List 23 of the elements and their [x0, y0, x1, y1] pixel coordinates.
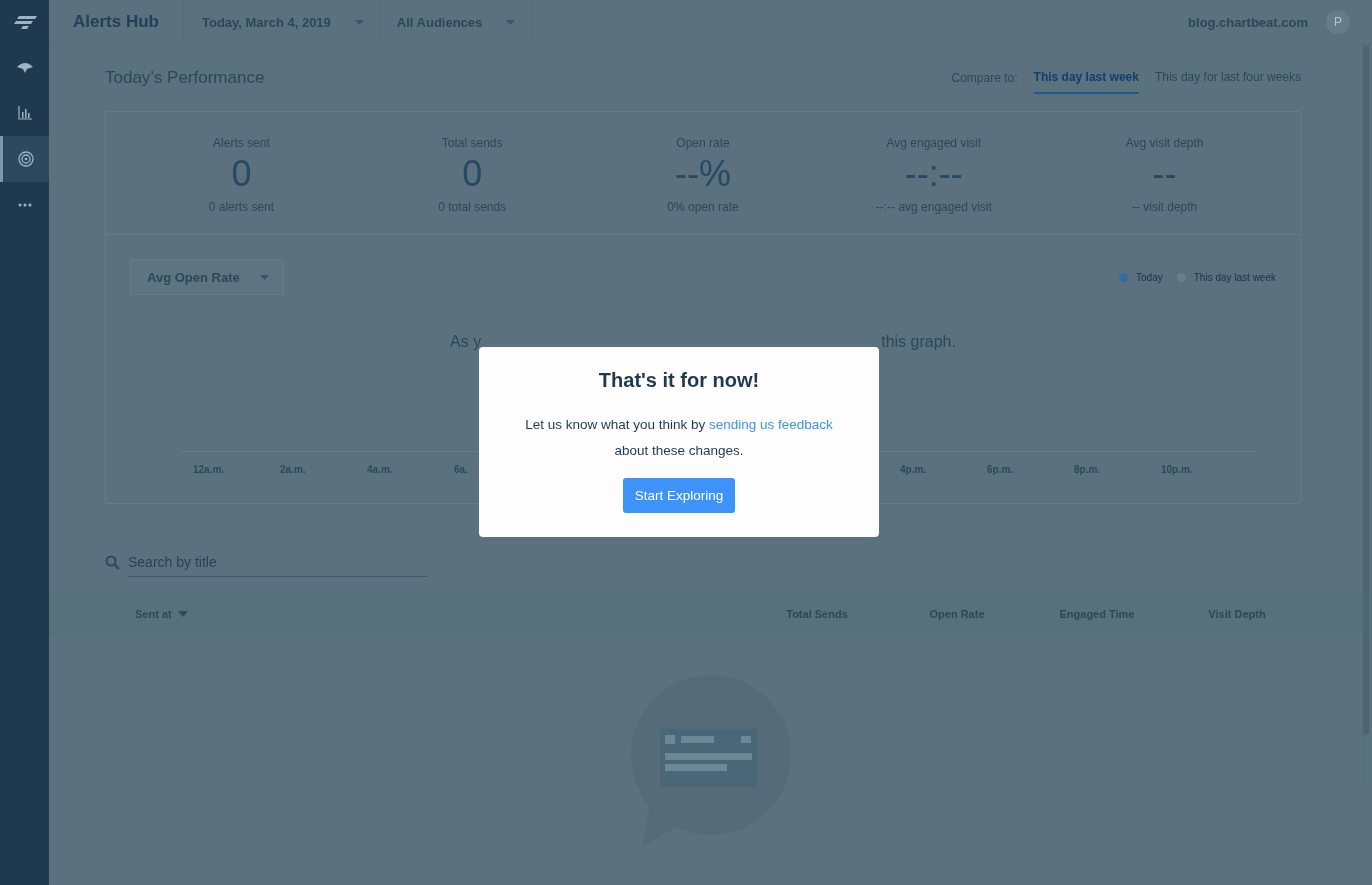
search-icon: [105, 555, 120, 570]
caret-icon: [506, 19, 516, 25]
dialog-title: That's it for now!: [598, 369, 760, 392]
stat-value: --:--: [904, 154, 963, 194]
app-title: Alerts Hub: [49, 0, 184, 44]
legend-label: Today: [1136, 271, 1163, 283]
stat-value: --: [1152, 154, 1177, 194]
legend-label: This day last week: [1193, 271, 1276, 283]
stat-value: --%: [675, 154, 731, 194]
logo-icon: [12, 14, 37, 30]
caret-icon: [259, 274, 269, 280]
avatar[interactable]: P: [1326, 10, 1350, 34]
bar-chart-icon: [17, 106, 32, 120]
feedback-link[interactable]: sending us feedback: [709, 417, 833, 432]
sidebar-item[interactable]: [0, 136, 49, 182]
caret-icon: [354, 19, 364, 25]
sort-arrow-icon: [177, 611, 188, 617]
target-icon: [18, 151, 34, 167]
compare-tab[interactable]: This day last week: [1033, 62, 1139, 94]
more-icon: [17, 203, 32, 207]
gauge-icon: [15, 61, 34, 73]
dialog-text: Let us know what you think by sending us feedback about these changes.: [524, 416, 834, 460]
start-exploring-button[interactable]: Start Exploring: [622, 478, 736, 513]
